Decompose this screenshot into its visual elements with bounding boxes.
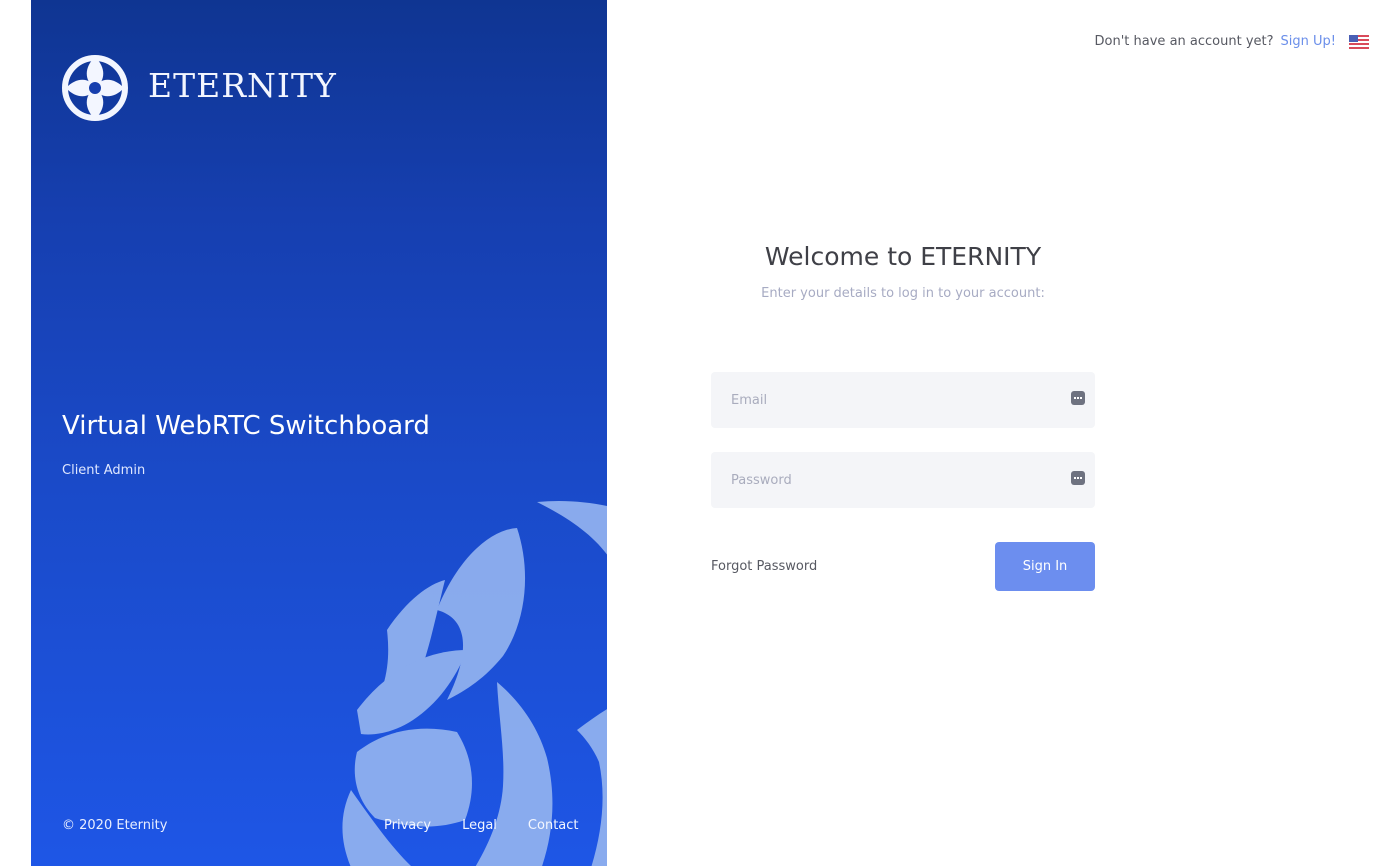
eternity-knot-icon	[62, 55, 128, 121]
signup-link[interactable]: Sign Up!	[1281, 34, 1336, 49]
password-field[interactable]	[711, 452, 1095, 508]
hero-subtitle: Client Admin	[62, 463, 146, 478]
us-flag-icon[interactable]	[1349, 34, 1369, 49]
password-manager-icon[interactable]	[1071, 471, 1085, 485]
contact-link[interactable]: Contact	[528, 818, 579, 833]
login-title: Welcome to ETERNITY	[764, 242, 1042, 271]
sign-in-button[interactable]: Sign In	[995, 542, 1095, 591]
privacy-link[interactable]: Privacy	[384, 818, 431, 833]
legal-link[interactable]: Legal	[462, 818, 497, 833]
signup-prompt: Don't have an account yet?	[1094, 34, 1274, 49]
background-emblem-icon	[342, 500, 607, 866]
left-gutter	[0, 0, 31, 866]
topbar: Don't have an account yet? Sign Up!	[1095, 34, 1369, 49]
login-subtitle: Enter your details to log in to your acc…	[761, 286, 1045, 301]
password-manager-icon[interactable]	[1071, 391, 1085, 405]
copyright: © 2020 Eternity	[62, 818, 168, 833]
hero-title: Virtual WebRTC Switchboard	[62, 411, 430, 441]
brand-panel: ETERNITY Virtual WebRTC Switchboard Clie…	[31, 0, 607, 866]
password-field-wrapper	[711, 452, 1095, 508]
forgot-password-link[interactable]: Forgot Password	[711, 559, 817, 574]
email-field[interactable]	[711, 372, 1095, 428]
footer-links: Privacy Legal Contact	[384, 818, 579, 833]
email-field-wrapper	[711, 372, 1095, 428]
brand-name: ETERNITY	[148, 66, 337, 105]
